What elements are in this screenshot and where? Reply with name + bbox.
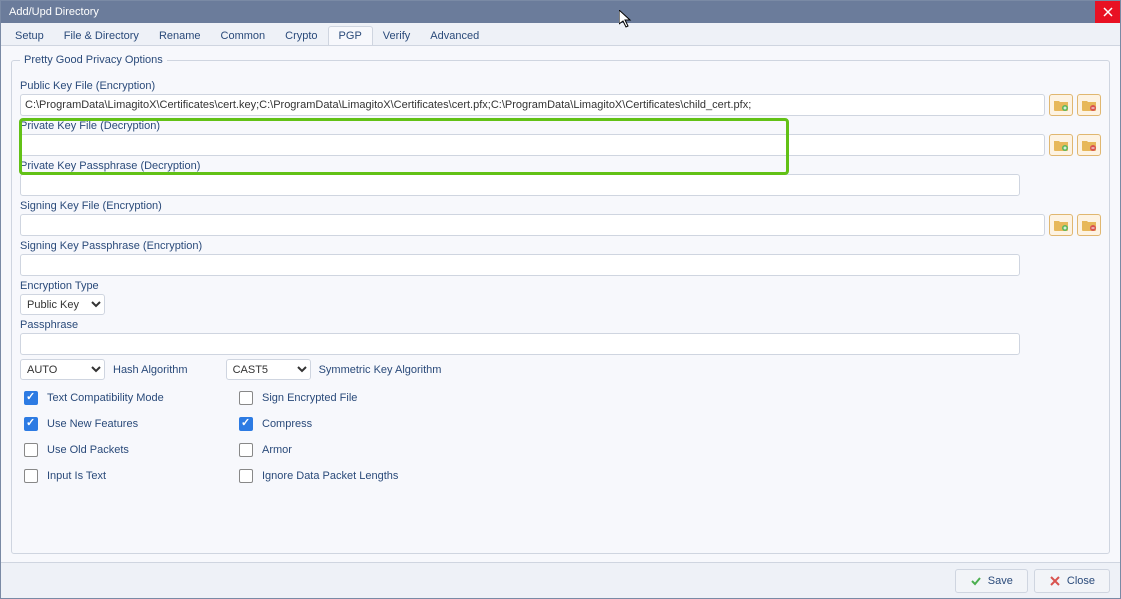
text-compat-checkbox[interactable] [24, 391, 38, 405]
folder-add-icon [1054, 139, 1068, 151]
private-key-pass-input[interactable] [20, 174, 1020, 196]
titlebar: Add/Upd Directory [1, 1, 1120, 23]
hash-algo-label: Hash Algorithm [113, 364, 188, 376]
tab-pgp[interactable]: PGP [328, 26, 373, 46]
symkey-algo-label: Symmetric Key Algorithm [319, 364, 442, 376]
new-features-checkbox[interactable] [24, 417, 38, 431]
input-text-checkbox-wrap[interactable]: Input Is Text [20, 466, 235, 486]
signing-key-remove-button[interactable] [1077, 214, 1101, 236]
window-title: Add/Upd Directory [9, 6, 99, 18]
sign-enc-checkbox[interactable] [239, 391, 253, 405]
old-packets-checkbox[interactable] [24, 443, 38, 457]
symkey-algo-select[interactable]: CAST5 [226, 359, 311, 380]
input-text-checkbox[interactable] [24, 469, 38, 483]
signing-key-pass-label: Signing Key Passphrase (Encryption) [20, 240, 1101, 252]
compress-checkbox[interactable] [239, 417, 253, 431]
public-key-add-button[interactable] [1049, 94, 1073, 116]
old-packets-checkbox-wrap[interactable]: Use Old Packets [20, 440, 235, 460]
hash-algo-select[interactable]: AUTO [20, 359, 105, 380]
signing-key-pass-input[interactable] [20, 254, 1020, 276]
folder-remove-icon [1082, 99, 1096, 111]
tab-rename[interactable]: Rename [149, 27, 211, 45]
armor-checkbox-wrap[interactable]: Armor [235, 440, 398, 460]
private-key-file-input[interactable] [20, 134, 1045, 156]
tab-common[interactable]: Common [211, 27, 276, 45]
public-key-file-label: Public Key File (Encryption) [20, 80, 1101, 92]
pgp-options-group: Pretty Good Privacy Options Public Key F… [11, 54, 1110, 554]
public-key-file-input[interactable] [20, 94, 1045, 116]
private-key-add-button[interactable] [1049, 134, 1073, 156]
sign-enc-checkbox-wrap[interactable]: Sign Encrypted File [235, 388, 398, 408]
close-button[interactable]: Close [1034, 569, 1110, 593]
x-icon [1049, 575, 1061, 587]
encryption-type-select[interactable]: Public Key [20, 294, 105, 315]
folder-remove-icon [1082, 139, 1096, 151]
tab-verify[interactable]: Verify [373, 27, 421, 45]
folder-add-icon [1054, 219, 1068, 231]
tab-setup[interactable]: Setup [5, 27, 54, 45]
private-key-pass-label: Private Key Passphrase (Decryption) [20, 160, 1101, 172]
close-icon [1103, 7, 1113, 17]
signing-key-file-label: Signing Key File (Encryption) [20, 200, 1101, 212]
folder-remove-icon [1082, 219, 1096, 231]
new-features-checkbox-wrap[interactable]: Use New Features [20, 414, 235, 434]
ignore-len-checkbox-wrap[interactable]: Ignore Data Packet Lengths [235, 466, 398, 486]
compress-checkbox-wrap[interactable]: Compress [235, 414, 398, 434]
tab-crypto[interactable]: Crypto [275, 27, 327, 45]
folder-add-icon [1054, 99, 1068, 111]
check-icon [970, 575, 982, 587]
fieldset-legend: Pretty Good Privacy Options [20, 54, 167, 66]
encryption-type-label: Encryption Type [20, 280, 1101, 292]
private-key-remove-button[interactable] [1077, 134, 1101, 156]
tab-file-directory[interactable]: File & Directory [54, 27, 149, 45]
signing-key-file-input[interactable] [20, 214, 1045, 236]
tab-bar: Setup File & Directory Rename Common Cry… [1, 23, 1120, 45]
passphrase-label: Passphrase [20, 319, 1101, 331]
window-close-button[interactable] [1095, 1, 1120, 23]
signing-key-add-button[interactable] [1049, 214, 1073, 236]
private-key-file-label: Private Key File (Decryption) [20, 120, 1101, 132]
armor-checkbox[interactable] [239, 443, 253, 457]
save-button[interactable]: Save [955, 569, 1028, 593]
tab-advanced[interactable]: Advanced [420, 27, 489, 45]
text-compat-checkbox-wrap[interactable]: Text Compatibility Mode [20, 388, 235, 408]
ignore-len-checkbox[interactable] [239, 469, 253, 483]
public-key-remove-button[interactable] [1077, 94, 1101, 116]
footer: Save Close [1, 562, 1120, 598]
passphrase-input[interactable] [20, 333, 1020, 355]
